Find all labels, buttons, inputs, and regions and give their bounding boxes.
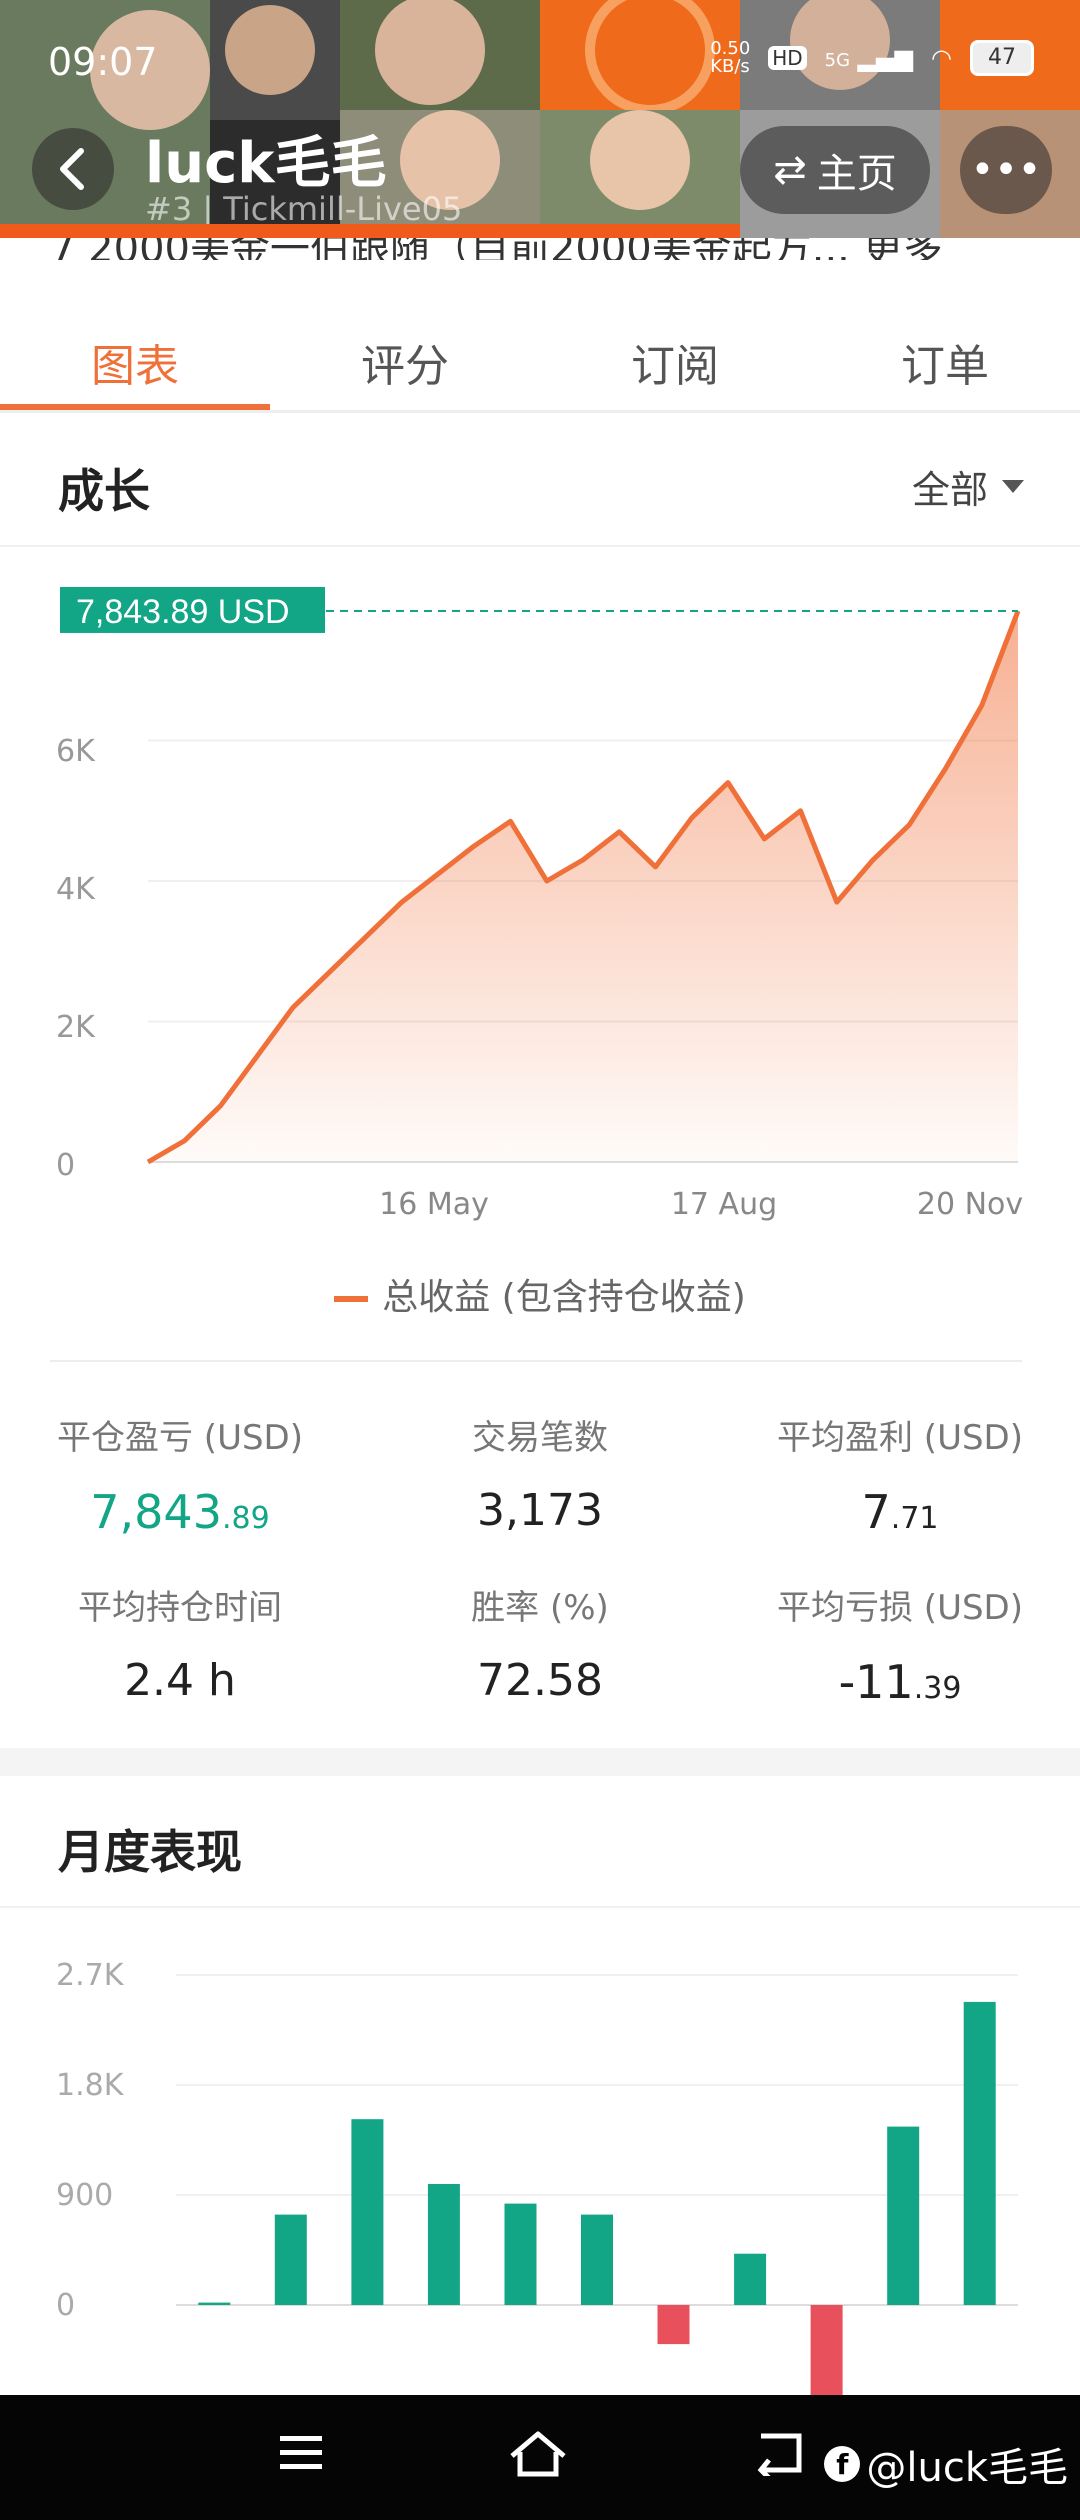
stat-label: 平均盈利 (USD) [777,1418,1023,1458]
more-button[interactable]: ••• [960,126,1052,214]
x-tick-label: 20 Nov [917,1187,1023,1222]
stat-value: 3,173 [477,1485,603,1536]
stat-label: 交易笔数 [472,1418,608,1458]
tab-active-indicator [0,404,270,410]
home-label: 主页 [816,151,897,197]
stat-label: 胜率 (%) [471,1588,609,1628]
monthly-bar[interactable] [657,2305,690,2345]
stat-win-rate: 胜率 (%) 72.58 [360,1580,720,1706]
peak-value-text: 7,843.89 USD [76,593,290,631]
monthly-bar[interactable] [887,2126,920,2305]
tab-subscribe[interactable]: 订阅 [540,330,810,394]
switch-icon: ⇄ [773,147,807,193]
stat-value-int: 7 [861,1485,891,1539]
growth-area [148,611,1018,1162]
description-peek: 7 2000美金一伯跟随（目前2000美金起方... 更多 [0,238,1080,260]
y-tick-label: 6K [56,734,96,769]
profile-header: 09:07 0.50 KB/s HD 5G ▂▄▆ ◠ 47 luck毛毛 #3… [0,0,1080,238]
watermark: f @luck毛毛 [824,2435,1068,2493]
stat-trades: 交易笔数 3,173 [360,1410,720,1536]
growth-chart: 7,843.89 USD 16 May 17 Aug 20 Nov 0 2K 4… [56,586,1023,1222]
y-tick-label: 1.8K [56,2068,125,2103]
stat-avg-profit: 平均盈利 (USD) 7.71 [720,1410,1080,1539]
menu-icon[interactable] [278,2430,324,2476]
back-button[interactable] [32,128,114,210]
y-tick-label: 0 [56,2288,75,2323]
period-dropdown-label: 全部 [911,468,988,512]
wifi-icon: ◠ [931,44,952,72]
status-time: 09:07 [48,40,158,84]
monthly-title: 月度表现 [58,1825,242,1879]
y-tick-label: 2K [56,1010,96,1045]
stat-value: 7.71 [720,1485,1080,1539]
home-button[interactable]: ⇄ 主页 [740,126,930,214]
y-tick-label: 4K [56,872,96,907]
stat-label: 平仓盈亏 (USD) [57,1418,303,1458]
monthly-bar[interactable] [504,2203,537,2305]
status-icons: 0.50 KB/s HD 5G ▂▄▆ ◠ 47 [710,40,1034,76]
stat-value: 72.58 [477,1655,603,1706]
tab-orders[interactable]: 订单 [810,330,1080,394]
stat-label: 平均持仓时间 [78,1588,282,1628]
facebook-icon: f [824,2446,861,2482]
divider [50,1360,1022,1362]
x-tick-label: 16 May [379,1187,489,1222]
monthly-bar[interactable] [198,2302,231,2305]
y-tick-label: 900 [56,2178,113,2213]
monthly-bar[interactable] [734,2253,767,2305]
monthly-bar[interactable] [963,2001,996,2305]
tab-chart[interactable]: 图表 [0,330,270,394]
hd-badge: HD [768,46,807,70]
monthly-header: 月度表现 [0,1776,1080,1908]
legend-swatch [334,1296,369,1302]
tab-bar: 图表 评分 订阅 订单 [0,300,1080,413]
tab-rating[interactable]: 评分 [270,330,540,394]
stat-label: 平均亏损 (USD) [777,1588,1023,1628]
stat-value: 2.4 h [124,1655,236,1706]
y-tick-label: 0 [56,1148,75,1183]
stat-closed-pl: 平仓盈亏 (USD) 7,843.89 [0,1410,360,1539]
stat-value-dec: .39 [913,1671,962,1706]
growth-header: 成长 全部 [0,415,1080,547]
more-dots-icon: ••• [970,147,1042,193]
trader-name: luck毛毛 [145,131,387,196]
x-tick-label: 17 Aug [671,1187,777,1222]
monthly-bar[interactable] [351,2119,384,2305]
orange-accent-bar [0,224,740,238]
stat-value-int: -11 [838,1655,914,1709]
stat-value-int: 7,843 [90,1485,222,1539]
stat-value-dec: .89 [221,1501,270,1536]
signal-label: 5G [824,50,851,71]
signal-icon: 5G ▂▄▆ [824,44,914,72]
y-tick-label: 2.7K [56,1958,125,1993]
monthly-bar[interactable] [581,2214,613,2305]
section-gap [0,1748,1080,1776]
monthly-bar[interactable] [274,2214,307,2305]
monthly-chart: 0 900 1.8K 2.7K [56,1958,1018,2395]
description-text: 7 2000美金一伯跟随（目前2000美金起方... 更多 [50,238,943,260]
back-nav-icon[interactable] [755,2430,805,2476]
trader-rank-account: #3 | Tickmill-Live05 [145,190,463,228]
battery-icon: 47 [970,40,1034,76]
system-nav-bar: f @luck毛毛 [0,2395,1080,2520]
growth-legend: 总收益 (包含持仓收益) [0,1268,1080,1320]
home-icon[interactable] [508,2430,568,2480]
network-speed: 0.50 KB/s [710,38,751,77]
stat-value: 7,843.89 [0,1485,360,1539]
stat-avg-loss: 平均亏损 (USD) -11.39 [720,1580,1080,1709]
monthly-bar[interactable] [810,2305,843,2395]
status-bar: 09:07 0.50 KB/s HD 5G ▂▄▆ ◠ 47 [0,0,1080,120]
stat-value-dec: .71 [890,1501,939,1536]
period-dropdown[interactable]: 全部 [912,459,1024,514]
watermark-text: @luck毛毛 [866,2445,1068,2491]
stat-value: -11.39 [720,1655,1080,1709]
stat-avg-hold: 平均持仓时间 2.4 h [0,1580,360,1706]
legend-label: 总收益 (包含持仓收益) [382,1277,746,1318]
caret-down-icon [1002,479,1024,493]
growth-title: 成长 [58,464,150,518]
monthly-bar[interactable] [427,2184,460,2305]
chevron-left-icon [60,148,84,190]
